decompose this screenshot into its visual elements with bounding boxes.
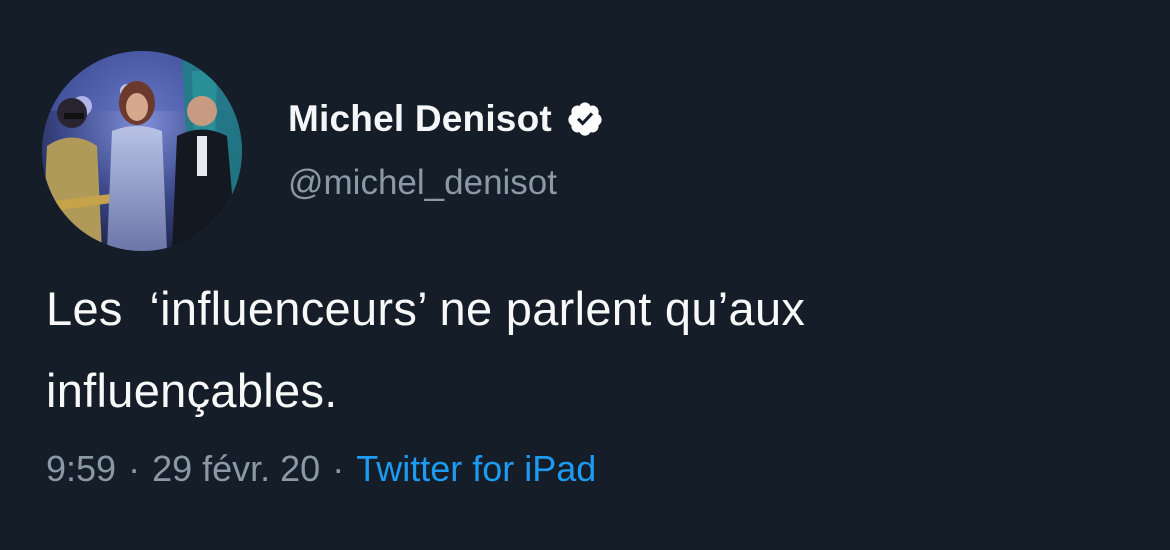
tweet-card: Michel Denisot @michel_denisot Les ‘infl… <box>0 0 1170 550</box>
name-row: Michel Denisot <box>288 97 604 141</box>
tweet-text: Les ‘influenceurs’ ne parlent qu’aux inf… <box>46 282 806 417</box>
avatar-photo <box>42 51 242 251</box>
separator: · <box>332 448 345 489</box>
tweet-metadata: 9:59 · 29 févr. 20 · Twitter for iPad <box>46 448 596 490</box>
separator: · <box>128 448 141 489</box>
tweet-time[interactable]: 9:59 <box>46 448 116 490</box>
source-link[interactable]: Twitter for iPad <box>356 448 596 490</box>
verified-badge-icon <box>566 100 604 138</box>
author-block: Michel Denisot @michel_denisot <box>288 97 604 203</box>
user-handle[interactable]: @michel_denisot <box>288 163 604 203</box>
avatar[interactable] <box>42 51 242 251</box>
tweet-date[interactable]: 29 févr. 20 <box>152 448 320 490</box>
display-name[interactable]: Michel Denisot <box>288 98 552 140</box>
